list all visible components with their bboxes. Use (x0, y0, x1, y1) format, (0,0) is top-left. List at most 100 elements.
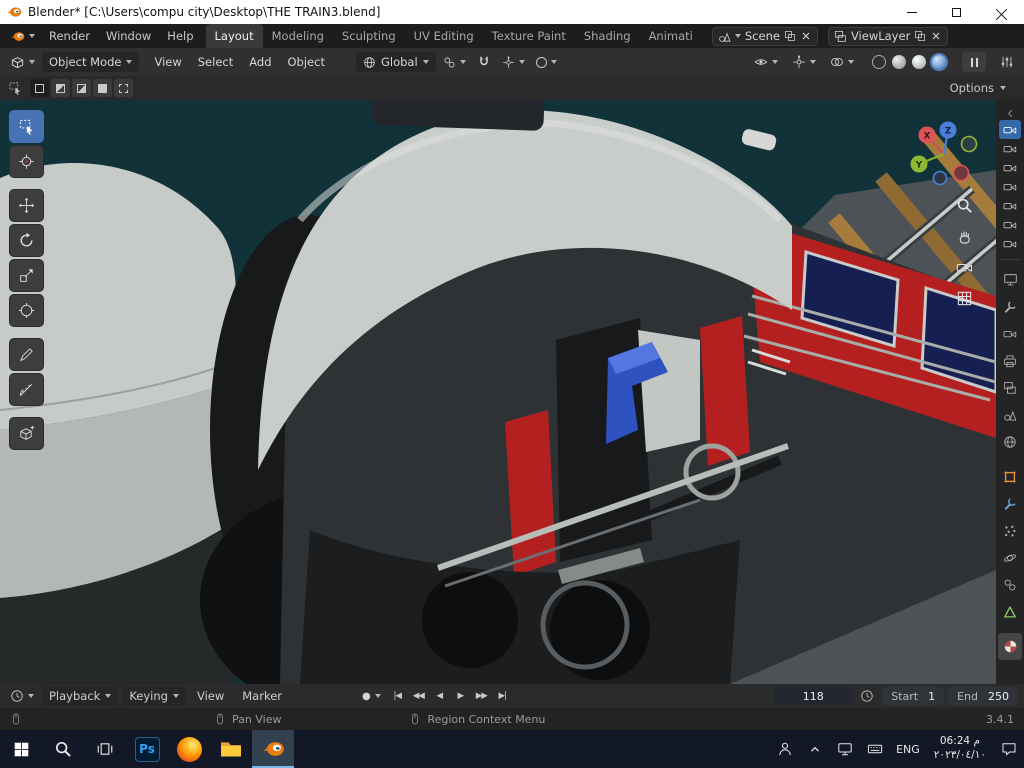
jump-to-end-button[interactable]: ▶| (493, 687, 512, 705)
menu-window[interactable]: Window (98, 24, 159, 48)
tab-render-properties[interactable] (998, 320, 1022, 347)
camera-view-button[interactable] (953, 256, 975, 278)
add-cube-tool-button[interactable] (9, 417, 44, 450)
cursor-tool-button[interactable] (9, 145, 44, 178)
minimize-button[interactable] (889, 0, 934, 24)
firefox-taskbar-button[interactable] (168, 730, 210, 768)
tab-animation[interactable]: Animati (640, 24, 702, 48)
properties-editor-icon[interactable] (998, 266, 1022, 293)
annotate-tool-button[interactable] (9, 338, 44, 371)
select-mode-new-button[interactable] (30, 79, 49, 97)
maximize-button[interactable] (934, 0, 979, 24)
select-mode-intersect-button[interactable] (114, 79, 133, 97)
tab-modifier-properties[interactable] (998, 490, 1022, 517)
scene-selector[interactable]: Scene (711, 26, 818, 46)
select-box-tool-button[interactable] (9, 110, 44, 143)
unlink-scene-icon[interactable] (800, 30, 812, 42)
select-mode-subtract-button[interactable] (72, 79, 91, 97)
axis-neg-y-ball[interactable] (960, 135, 978, 153)
editor-type-button[interactable] (6, 52, 39, 72)
visibility-dropdown[interactable] (750, 52, 782, 72)
measure-tool-button[interactable] (9, 373, 44, 406)
tab-material-properties[interactable] (998, 633, 1022, 660)
new-scene-icon[interactable] (784, 30, 796, 42)
properties-header-icon[interactable] (1000, 55, 1014, 69)
use-preview-range-icon[interactable] (860, 689, 874, 703)
tab-world-properties[interactable] (998, 428, 1022, 455)
options-dropdown[interactable]: Options (950, 81, 1016, 95)
previous-keyframe-button[interactable]: ◀◀ (409, 687, 428, 705)
menu-select[interactable]: Select (190, 50, 241, 74)
tab-uv-editing[interactable]: UV Editing (405, 24, 483, 48)
blender-taskbar-button[interactable] (252, 730, 294, 768)
tab-output-properties[interactable] (998, 347, 1022, 374)
touch-keyboard-button[interactable] (860, 730, 890, 768)
taskbar-clock[interactable]: 06:24 م ٢٠٢٣/٠٤/١٠ (926, 735, 994, 762)
timeline-menu-view[interactable]: View (190, 689, 231, 703)
outliner-camera-item[interactable] (999, 120, 1021, 139)
viewport-3d[interactable]: X Z Y (0, 100, 996, 684)
timeline-menu-marker[interactable]: Marker (235, 689, 289, 703)
snap-toggle[interactable] (473, 52, 495, 72)
file-explorer-taskbar-button[interactable] (210, 730, 252, 768)
tab-tool-properties[interactable] (998, 293, 1022, 320)
expand-region-button[interactable] (1005, 106, 1016, 120)
tab-physics-properties[interactable] (998, 544, 1022, 571)
tab-modeling[interactable]: Modeling (263, 24, 333, 48)
outliner-camera-item[interactable] (999, 234, 1021, 253)
task-view-button[interactable] (84, 730, 126, 768)
playback-dropdown[interactable]: Playback (42, 686, 119, 706)
jump-to-start-button[interactable]: |◀ (388, 687, 407, 705)
close-button[interactable] (979, 0, 1024, 24)
shading-material-icon[interactable] (912, 55, 926, 69)
menu-help[interactable]: Help (159, 24, 201, 48)
play-reverse-button[interactable]: ◀ (430, 687, 449, 705)
display-tray-button[interactable] (830, 730, 860, 768)
shading-rendered-icon[interactable] (932, 55, 946, 69)
shading-wireframe-icon[interactable] (872, 55, 886, 69)
ortho-toggle-button[interactable] (953, 287, 975, 309)
scale-tool-button[interactable] (9, 259, 44, 292)
pivot-dropdown[interactable] (439, 52, 470, 72)
pause-button[interactable] (962, 52, 986, 72)
viewlayer-selector[interactable]: ViewLayer (827, 26, 949, 46)
next-keyframe-button[interactable]: ▶▶ (472, 687, 491, 705)
gizmos-dropdown[interactable] (788, 52, 820, 72)
menu-view[interactable]: View (146, 50, 189, 74)
outliner-camera-item[interactable] (999, 158, 1021, 177)
zoom-button[interactable] (953, 194, 975, 216)
frame-end-field[interactable]: End 250 (948, 687, 1018, 705)
rotate-tool-button[interactable] (9, 224, 44, 257)
show-hidden-icons-button[interactable] (800, 730, 830, 768)
mode-dropdown[interactable]: Object Mode (42, 52, 140, 72)
axis-gizmo[interactable]: X Z Y (898, 116, 990, 194)
overlays-dropdown[interactable] (826, 52, 858, 72)
current-frame-field[interactable]: 118 (774, 687, 853, 705)
remove-viewlayer-icon[interactable] (930, 30, 942, 42)
shading-solid-icon[interactable] (892, 55, 906, 69)
start-button[interactable] (0, 730, 42, 768)
tab-constraint-properties[interactable] (998, 571, 1022, 598)
tab-object-properties[interactable] (998, 463, 1022, 490)
orientation-dropdown[interactable]: Global (355, 52, 436, 72)
menu-object[interactable]: Object (280, 50, 333, 74)
menu-add[interactable]: Add (241, 50, 279, 74)
language-indicator[interactable]: ENG (890, 743, 926, 756)
axis-neg-z-ball[interactable] (932, 170, 948, 186)
new-viewlayer-icon[interactable] (914, 30, 926, 42)
people-button[interactable] (770, 730, 800, 768)
menu-render[interactable]: Render (41, 24, 98, 48)
action-center-button[interactable] (994, 730, 1024, 768)
tab-particle-properties[interactable] (998, 517, 1022, 544)
snap-dropdown[interactable] (498, 52, 529, 72)
auto-keying-button[interactable]: ● (357, 687, 386, 705)
outliner-camera-item[interactable] (999, 139, 1021, 158)
pan-button[interactable] (953, 225, 975, 247)
blender-menu-button[interactable] (4, 29, 41, 44)
axis-neg-x-ball[interactable] (952, 164, 970, 182)
tab-shading[interactable]: Shading (575, 24, 640, 48)
move-tool-button[interactable] (9, 189, 44, 222)
outliner-camera-item[interactable] (999, 196, 1021, 215)
photoshop-taskbar-button[interactable]: Ps (126, 730, 168, 768)
tab-viewlayer-properties[interactable] (998, 374, 1022, 401)
